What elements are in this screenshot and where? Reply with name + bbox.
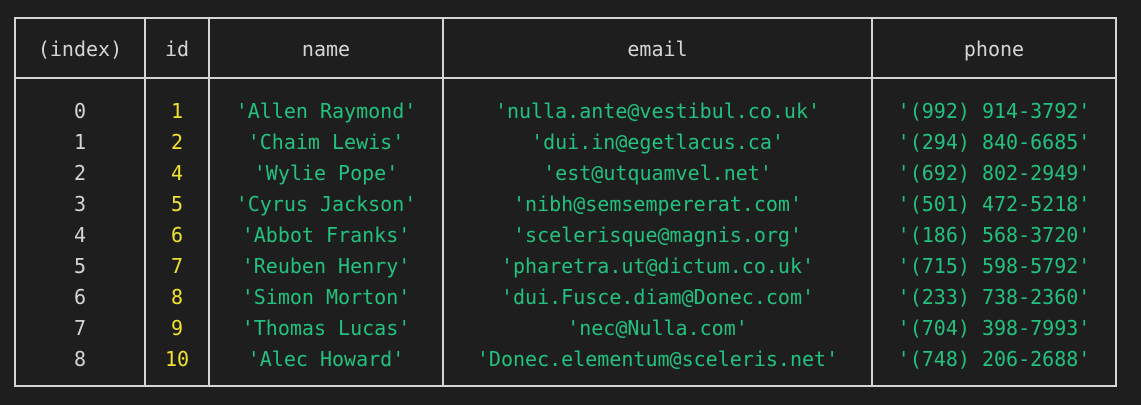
cell-name: 'Alec Howard' bbox=[247, 347, 405, 371]
cell-id: 8 bbox=[170, 285, 184, 309]
cell-id: 9 bbox=[170, 316, 184, 340]
cell-name: 'Chaim Lewis' bbox=[247, 130, 405, 154]
table-row: 4 6 'Abbot Franks' 'scelerisque@magnis.o… bbox=[14, 220, 1117, 251]
table-header-row: (index) id name email phone bbox=[14, 19, 1117, 79]
cell-phone: '(992) 914-3792' bbox=[897, 99, 1091, 123]
cell-index: 6 bbox=[73, 285, 87, 309]
cell-name: 'Wylie Pope' bbox=[253, 161, 399, 185]
console-table: (index) id name email phone 0 1 'Allen R… bbox=[14, 17, 1117, 387]
cell-phone: '(748) 206-2688' bbox=[897, 347, 1091, 371]
table-row: 5 7 'Reuben Henry' 'pharetra.ut@dictum.c… bbox=[14, 251, 1117, 282]
column-header-email: email bbox=[627, 37, 688, 61]
cell-email: 'est@utquamvel.net' bbox=[543, 161, 772, 185]
column-header-name: name bbox=[301, 37, 351, 61]
cell-name: 'Allen Raymond' bbox=[235, 99, 417, 123]
table-row: 7 9 'Thomas Lucas' 'nec@Nulla.com' '(704… bbox=[14, 313, 1117, 344]
cell-email: 'nulla.ante@vestibul.co.uk' bbox=[494, 99, 821, 123]
table-row: 3 5 'Cyrus Jackson' 'nibh@semsempererat.… bbox=[14, 189, 1117, 220]
cell-index: 7 bbox=[73, 316, 87, 340]
cell-phone: '(501) 472-5218' bbox=[897, 192, 1091, 216]
cell-id: 1 bbox=[170, 99, 184, 123]
column-header-id: id bbox=[164, 37, 190, 61]
table-row: 1 2 'Chaim Lewis' 'dui.in@egetlacus.ca' … bbox=[14, 127, 1117, 158]
cell-name: 'Simon Morton' bbox=[241, 285, 411, 309]
cell-index: 0 bbox=[73, 99, 87, 123]
cell-id: 7 bbox=[170, 254, 184, 278]
cell-id: 5 bbox=[170, 192, 184, 216]
table-row: 8 10 'Alec Howard' 'Donec.elementum@scel… bbox=[14, 344, 1117, 375]
cell-email: 'dui.in@egetlacus.ca' bbox=[531, 130, 784, 154]
column-header-phone: phone bbox=[963, 37, 1025, 61]
cell-phone: '(704) 398-7993' bbox=[897, 316, 1091, 340]
cell-name: 'Cyrus Jackson' bbox=[235, 192, 417, 216]
cell-phone: '(294) 840-6685' bbox=[897, 130, 1091, 154]
cell-id: 6 bbox=[170, 223, 184, 247]
cell-id: 2 bbox=[170, 130, 184, 154]
cell-phone: '(233) 738-2360' bbox=[897, 285, 1091, 309]
column-header-index: (index) bbox=[37, 37, 123, 61]
table-bottom-border bbox=[14, 385, 1117, 387]
cell-index: 4 bbox=[73, 223, 87, 247]
cell-index: 5 bbox=[73, 254, 87, 278]
table-body: 0 1 'Allen Raymond' 'nulla.ante@vestibul… bbox=[14, 96, 1117, 375]
cell-name: 'Reuben Henry' bbox=[241, 254, 411, 278]
cell-index: 2 bbox=[73, 161, 87, 185]
cell-email: 'dui.Fusce.diam@Donec.com' bbox=[500, 285, 815, 309]
cell-email: 'scelerisque@magnis.org' bbox=[513, 223, 802, 247]
table-row: 0 1 'Allen Raymond' 'nulla.ante@vestibul… bbox=[14, 96, 1117, 127]
cell-name: 'Abbot Franks' bbox=[241, 223, 411, 247]
cell-phone: '(715) 598-5792' bbox=[897, 254, 1091, 278]
cell-email: 'nibh@semsempererat.com' bbox=[513, 192, 802, 216]
table-row: 2 4 'Wylie Pope' 'est@utquamvel.net' '(6… bbox=[14, 158, 1117, 189]
cell-id: 10 bbox=[164, 347, 190, 371]
cell-email: 'pharetra.ut@dictum.co.uk' bbox=[500, 254, 815, 278]
cell-index: 8 bbox=[73, 347, 87, 371]
table-row: 6 8 'Simon Morton' 'dui.Fusce.diam@Donec… bbox=[14, 282, 1117, 313]
cell-email: 'nec@Nulla.com' bbox=[567, 316, 748, 340]
cell-id: 4 bbox=[170, 161, 184, 185]
cell-phone: '(186) 568-3720' bbox=[897, 223, 1091, 247]
cell-name: 'Thomas Lucas' bbox=[241, 316, 411, 340]
cell-index: 1 bbox=[73, 130, 87, 154]
cell-phone: '(692) 802-2949' bbox=[897, 161, 1091, 185]
cell-index: 3 bbox=[73, 192, 87, 216]
cell-email: 'Donec.elementum@sceleris.net' bbox=[476, 347, 839, 371]
